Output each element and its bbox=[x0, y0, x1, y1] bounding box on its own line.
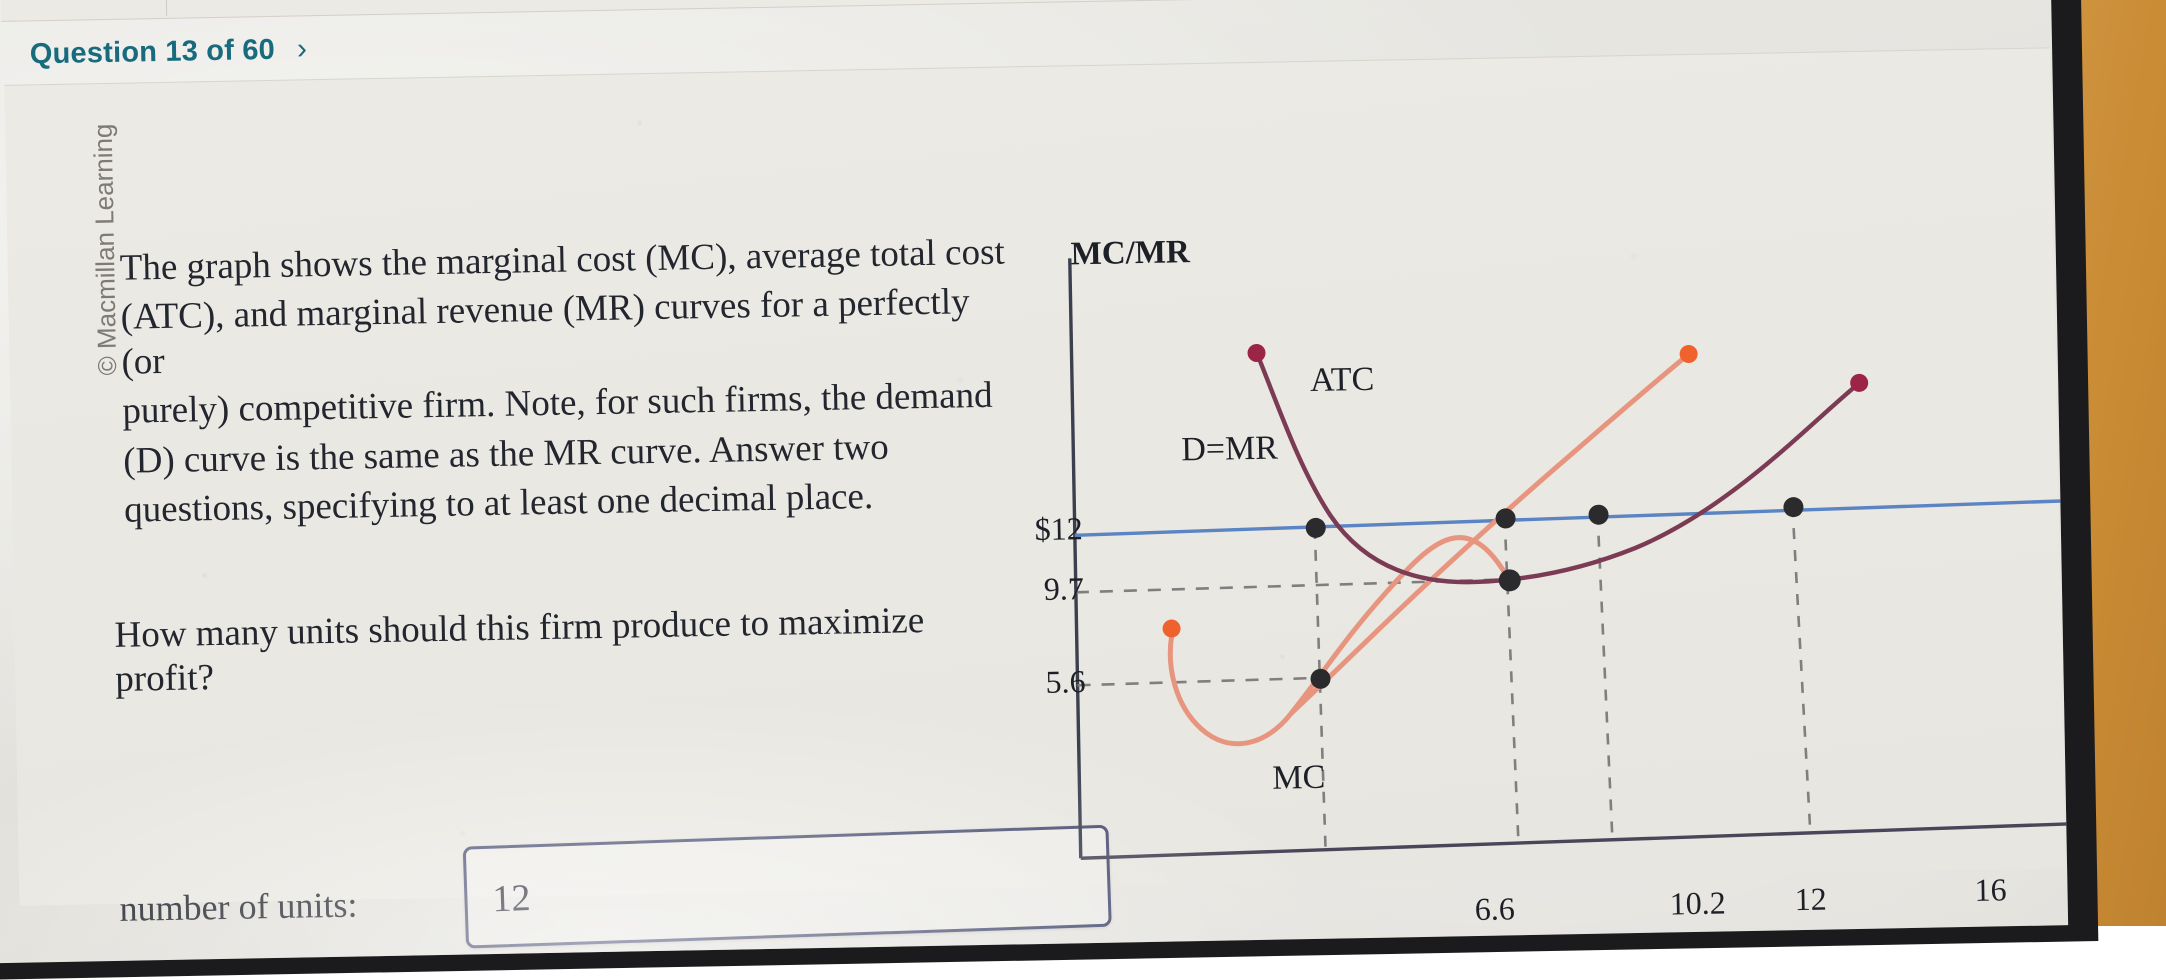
number-of-units-value[interactable]: 12 bbox=[492, 876, 531, 921]
number-of-units-input[interactable] bbox=[462, 824, 1112, 949]
series-mc-curve-lower bbox=[1167, 535, 1512, 747]
point-6-6-12 bbox=[1305, 517, 1326, 538]
point-12-12 bbox=[1588, 504, 1609, 525]
point-16-12 bbox=[1783, 497, 1804, 518]
mc-start-marker bbox=[1162, 619, 1181, 638]
question-counter-header[interactable]: Question 13 of 60 › bbox=[30, 32, 308, 71]
guide-horizontal-5-6 bbox=[1077, 676, 1321, 687]
y-axis-title: MC/MR bbox=[1070, 234, 1191, 273]
y-tick-label: 5.6 bbox=[1045, 663, 1086, 700]
question-card: © Macmillan Learning The graph shows the… bbox=[4, 47, 2069, 964]
question-prompt: How many units should this firm produce … bbox=[114, 600, 925, 701]
y-axis bbox=[1068, 258, 1083, 859]
mc-atc-mr-graph: MC/MR ATC D=MR MC Quantity $12 9.7 5.6 6… bbox=[1007, 179, 2069, 964]
guide-vertical-16 bbox=[1791, 506, 1812, 835]
x-tick-label: 12 bbox=[1794, 880, 1827, 918]
question-stem: The graph shows the marginal cost (MC), … bbox=[119, 229, 1024, 536]
stem-line: (ATC), and marginal revenue (MR) curves … bbox=[120, 281, 970, 383]
guide-vertical-10-2 bbox=[1503, 517, 1520, 847]
chevron-right-icon[interactable]: › bbox=[297, 32, 308, 66]
curve-label-d-mr: D=MR bbox=[1180, 429, 1279, 469]
series-d-mr-line bbox=[1074, 497, 2069, 538]
screen-surface: HR MIN SEC Question 13 of 60 › © Macmill… bbox=[0, 0, 2069, 964]
curve-label-atc: ATC bbox=[1309, 360, 1375, 399]
point-10-2-12 bbox=[1495, 508, 1516, 529]
y-tick-label: $12 bbox=[1034, 510, 1084, 548]
x-tick-label: 10.2 bbox=[1669, 884, 1727, 922]
answer-row: number of units: 12 bbox=[118, 824, 1130, 953]
toolbar-divider bbox=[165, 0, 168, 16]
top-toolbar bbox=[0, 0, 2051, 22]
number-of-units-label: number of units: bbox=[119, 884, 358, 929]
x-axis bbox=[1080, 820, 2069, 860]
x-tick-label: 6.6 bbox=[1474, 890, 1516, 928]
photo-backdrop: HR MIN SEC Question 13 of 60 › © Macmill… bbox=[0, 0, 2166, 980]
question-counter-label: Question 13 of 60 bbox=[29, 33, 276, 70]
x-tick-label: 16 bbox=[1974, 871, 2007, 908]
graph-svg bbox=[1068, 258, 2069, 860]
atc-start-marker bbox=[1247, 343, 1266, 362]
y-tick-label: 9.7 bbox=[1043, 570, 1085, 607]
curve-label-mc: MC bbox=[1271, 758, 1326, 797]
